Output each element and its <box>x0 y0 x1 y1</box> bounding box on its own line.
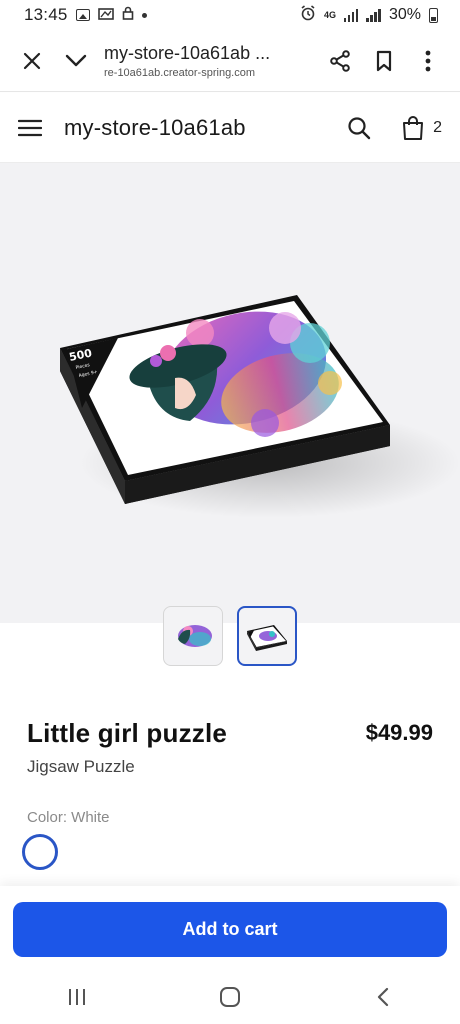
cart-count: 2 <box>433 118 442 136</box>
add-to-cart-bar: Add to cart <box>0 886 460 970</box>
chevron-down-icon <box>65 54 87 66</box>
gallery-icon <box>75 9 90 21</box>
expand-button[interactable] <box>54 39 98 83</box>
notification-dot-icon <box>141 12 147 18</box>
network-type: 4G <box>323 10 336 20</box>
share-button[interactable] <box>318 39 362 83</box>
back-icon <box>378 987 389 1007</box>
thumb-artwork-image <box>178 625 212 647</box>
more-options-button[interactable] <box>406 39 450 83</box>
more-vert-icon <box>425 50 431 71</box>
status-bar: 13:45 4G 30% <box>0 0 460 30</box>
product-title: Little girl puzzle <box>27 718 228 748</box>
alarm-icon <box>300 4 316 26</box>
page-title: my-store-10a61ab ... <box>104 42 271 63</box>
bookmark-button[interactable] <box>362 39 406 83</box>
system-nav-bar <box>0 970 460 1024</box>
battery-icon <box>429 7 438 23</box>
product-image[interactable]: 500 Pieces Ages 9+ <box>0 163 460 623</box>
search-icon <box>348 116 371 139</box>
puzzle-box-image: 500 Pieces Ages 9+ <box>60 295 460 518</box>
cart-button[interactable]: 2 <box>401 115 442 141</box>
bookmark-icon <box>376 50 392 71</box>
menu-button[interactable] <box>18 115 44 141</box>
search-button[interactable] <box>337 106 381 150</box>
signal-icon <box>343 8 359 22</box>
hamburger-icon <box>18 119 42 136</box>
signal-icon-2 <box>366 8 381 22</box>
thumb-box-image <box>247 625 287 651</box>
back-button[interactable] <box>353 977 413 1017</box>
lock-icon <box>122 6 134 25</box>
thumb-artwork[interactable] <box>163 606 223 666</box>
close-icon <box>23 52 41 69</box>
product-subtitle: Jigsaw Puzzle <box>27 757 135 776</box>
thumb-box[interactable] <box>237 606 297 666</box>
status-left: 13:45 <box>24 5 147 25</box>
page-url: re-10a61ab.creator-spring.com <box>104 66 256 79</box>
add-to-cart-button[interactable]: Add to cart <box>13 902 447 957</box>
url-block[interactable]: my-store-10a61ab ... re-10a61ab.creator-… <box>98 43 318 79</box>
home-icon <box>219 987 240 1007</box>
share-icon <box>330 49 350 72</box>
store-name[interactable]: my-store-10a61ab <box>64 115 337 141</box>
status-time: 13:45 <box>24 5 68 24</box>
color-swatch-white[interactable] <box>22 834 58 870</box>
product-price: $49.99 <box>365 720 433 745</box>
color-label: Color: White <box>27 809 110 826</box>
photo-notification-icon <box>97 6 114 25</box>
thumbnail-strip <box>0 606 460 666</box>
home-button[interactable] <box>200 977 260 1017</box>
store-header: my-store-10a61ab 2 <box>0 93 460 163</box>
browser-toolbar: my-store-10a61ab ... re-10a61ab.creator-… <box>0 30 460 92</box>
status-right: 4G 30% <box>300 4 438 26</box>
shopping-bag-icon <box>403 115 424 140</box>
recent-apps-button[interactable] <box>47 977 107 1017</box>
recent-apps-icon <box>68 989 85 1005</box>
close-tab-button[interactable] <box>10 39 54 83</box>
battery-percent: 30% <box>388 6 421 23</box>
